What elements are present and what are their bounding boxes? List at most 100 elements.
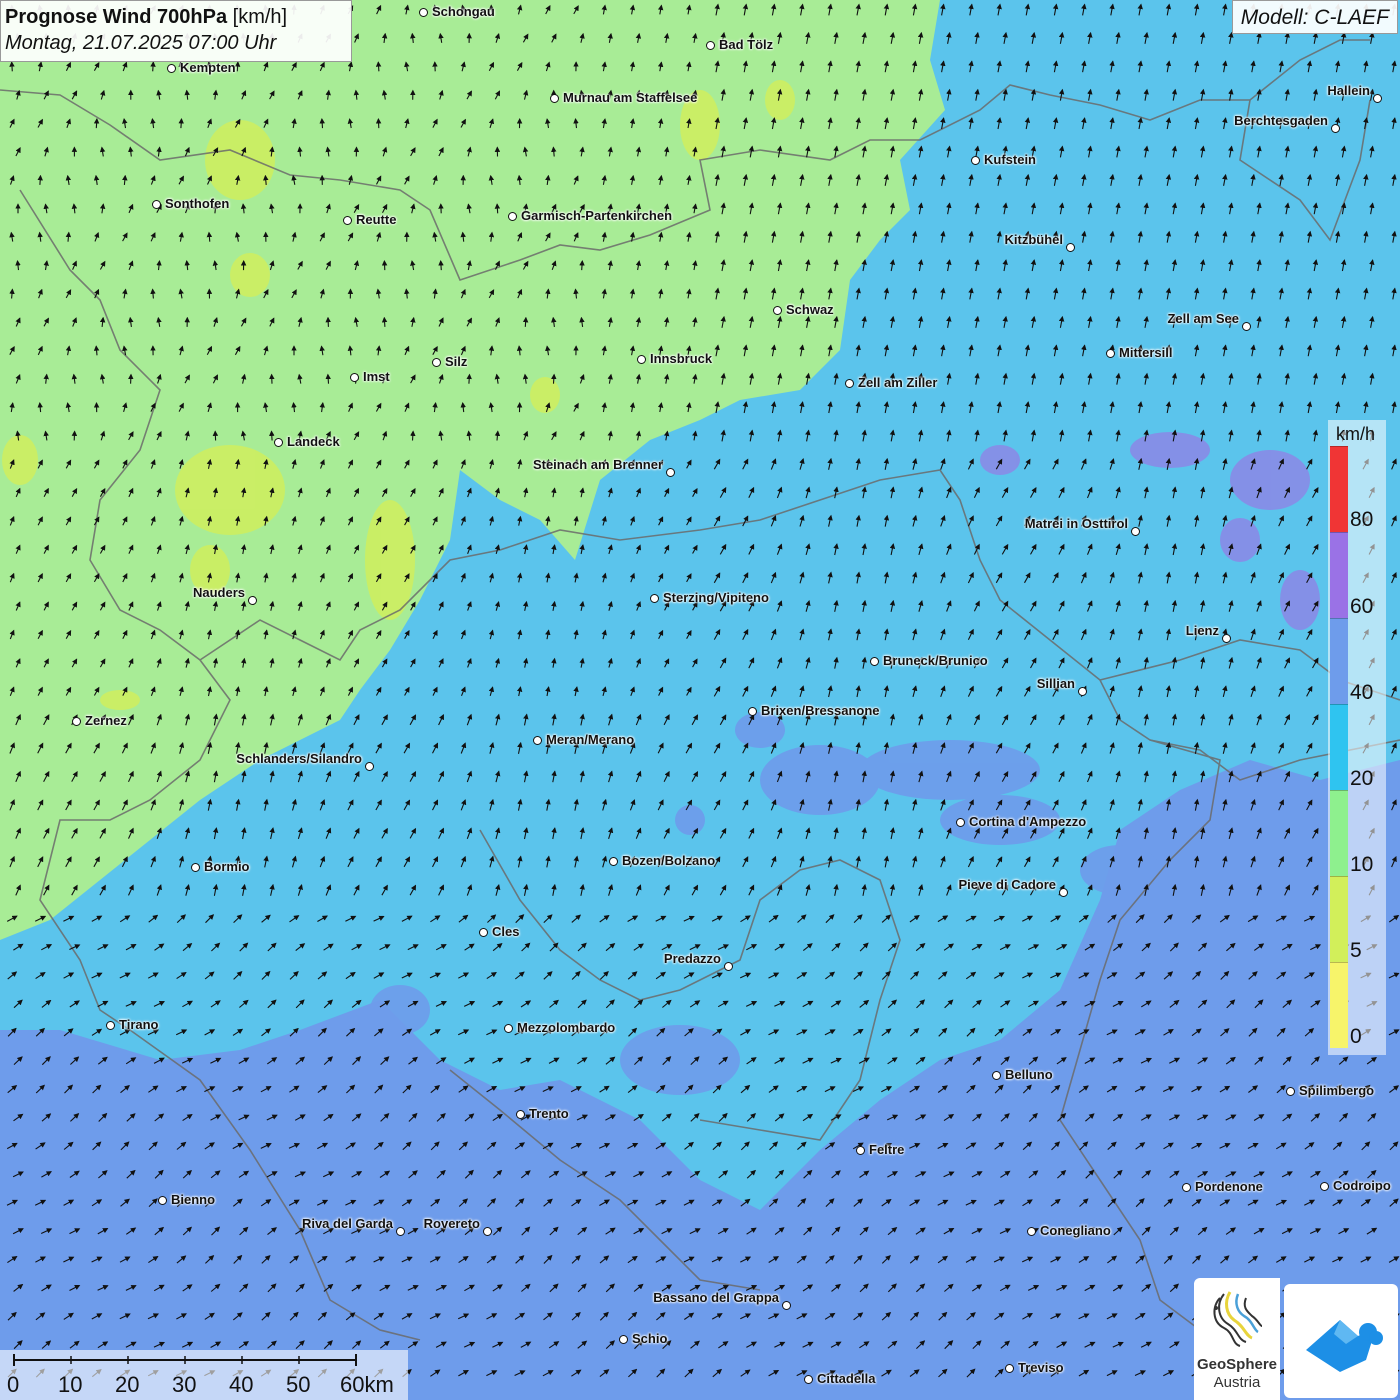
city-label: Riva del Garda <box>301 1216 393 1231</box>
city-marker-icon <box>804 1375 813 1384</box>
mountain-cloud-icon <box>1306 1320 1383 1372</box>
city-marker-icon <box>479 928 488 937</box>
city-label: Zell am Ziller <box>858 375 938 390</box>
city-label: Silz <box>445 354 468 369</box>
city-label: Zernez <box>85 713 127 728</box>
legend-swatch-40-60 <box>1330 618 1348 704</box>
city-label: Sterzing/Vipiteno <box>663 590 769 605</box>
city-marker-icon <box>152 200 161 209</box>
city-marker-icon <box>483 1227 492 1236</box>
city-marker-icon <box>365 762 374 771</box>
city-label: Garmisch-Partenkirchen <box>521 208 673 223</box>
title-box: Prognose Wind 700hPa [km/h] Montag, 21.0… <box>0 0 352 62</box>
wind-arrow <box>234 61 241 72</box>
city-label: Bruneck/Brunico <box>883 653 988 668</box>
city-label: Treviso <box>1018 1360 1064 1375</box>
city-marker-icon <box>724 962 733 971</box>
city-label: Berchtesgaden <box>1234 113 1328 128</box>
city-marker-icon <box>533 736 542 745</box>
wind-arrow <box>319 118 325 129</box>
city-label: Kitzbühel <box>1004 232 1064 247</box>
city-label: Conegliano <box>1040 1223 1111 1238</box>
city-marker-icon <box>343 216 352 225</box>
title-line: Prognose Wind 700hPa [km/h] <box>5 4 347 30</box>
scale-label: 60km <box>340 1372 394 1397</box>
legend-label-10: 10 <box>1350 853 1374 876</box>
city-label: Belluno <box>1005 1067 1053 1082</box>
legend-swatch-20-40 <box>1330 704 1348 790</box>
city-label: Pordenone <box>1195 1179 1263 1194</box>
city-label: Spilimbergo <box>1299 1083 1375 1098</box>
city-marker-icon <box>1106 349 1115 358</box>
city-marker-icon <box>773 306 782 315</box>
wind-arrow <box>522 316 529 327</box>
city-label: Schlanders/Silandro <box>236 751 362 766</box>
city-label: Innsbruck <box>650 351 713 366</box>
city-marker-icon <box>956 818 965 827</box>
city-label: Lienz <box>1185 623 1219 638</box>
city-marker-icon <box>971 156 980 165</box>
city-label: Hallein <box>1327 83 1370 98</box>
city-label: Trento <box>529 1106 569 1121</box>
city-marker-icon <box>508 212 517 221</box>
city-label: Schongau <box>432 4 495 19</box>
scale-label: 30 <box>172 1372 197 1397</box>
scale-label: 10 <box>58 1372 83 1397</box>
wind-arrow <box>579 260 585 271</box>
geosphere-mark-icon <box>1213 1291 1263 1347</box>
legend-swatch-5-10 <box>1330 876 1348 962</box>
wind-arrow <box>37 174 43 185</box>
city-marker-icon <box>504 1024 513 1033</box>
wind-arrow <box>150 61 156 72</box>
wind-arrow <box>9 61 15 72</box>
city-marker-icon <box>432 358 441 367</box>
city-label: Mittersill <box>1119 345 1173 360</box>
city-label: Bormio <box>204 859 250 874</box>
city-label: Imst <box>363 369 390 384</box>
city-marker-icon <box>609 857 618 866</box>
city-marker-icon <box>1059 888 1068 897</box>
city-marker-icon <box>1131 527 1140 536</box>
city-label: Matrei in Osttirol <box>1024 516 1128 531</box>
city-marker-icon <box>856 1146 865 1155</box>
city-marker-icon <box>706 41 715 50</box>
city-marker-icon <box>1027 1227 1036 1236</box>
city-label: Brixen/Bressanone <box>761 703 880 718</box>
legend-label-20: 20 <box>1350 767 1374 790</box>
city-marker-icon <box>350 373 359 382</box>
city-label: Bad Tölz <box>719 37 774 52</box>
map-unit: [km/h] <box>232 6 288 28</box>
city-label: Mezzolombardo <box>517 1020 616 1035</box>
city-marker-icon <box>1373 94 1382 103</box>
city-label: Tirano <box>119 1017 159 1032</box>
wind-arrow <box>410 430 416 441</box>
city-marker-icon <box>870 657 879 666</box>
scale-label: 0 <box>7 1372 20 1397</box>
scale-label: 40 <box>229 1372 254 1397</box>
city-label: Zell am See <box>1167 311 1239 326</box>
city-marker-icon <box>619 1335 628 1344</box>
city-marker-icon <box>1182 1183 1191 1192</box>
city-label: Kufstein <box>984 152 1036 167</box>
legend-label-60: 60 <box>1350 595 1374 618</box>
scale-bar-line <box>13 1354 357 1366</box>
wind-arrow <box>93 118 100 129</box>
city-marker-icon <box>248 596 257 605</box>
city-label: Pieve di Cadore <box>958 877 1056 892</box>
app-logo[interactable] <box>1284 1284 1398 1398</box>
geosphere-logo[interactable]: GeoSphere Austria <box>1194 1278 1280 1400</box>
wind-arrow <box>381 316 388 327</box>
city-label: Sillian <box>1036 676 1075 691</box>
legend-unit: km/h <box>1336 424 1376 444</box>
wind-arrow <box>438 260 444 271</box>
city-label: Steinach am Brenner <box>532 457 663 472</box>
city-label: Murnau am Staffelsee <box>563 90 698 105</box>
city-label: Sonthofen <box>165 196 230 211</box>
city-marker-icon <box>666 468 675 477</box>
city-marker-icon <box>396 1227 405 1236</box>
city-label: Landeck <box>287 434 340 449</box>
city-marker-icon <box>782 1301 791 1310</box>
city-label: Meran/Merano <box>546 732 635 747</box>
city-label: Bassano del Grappa <box>653 1290 779 1305</box>
legend-swatch-60-80 <box>1330 532 1348 618</box>
